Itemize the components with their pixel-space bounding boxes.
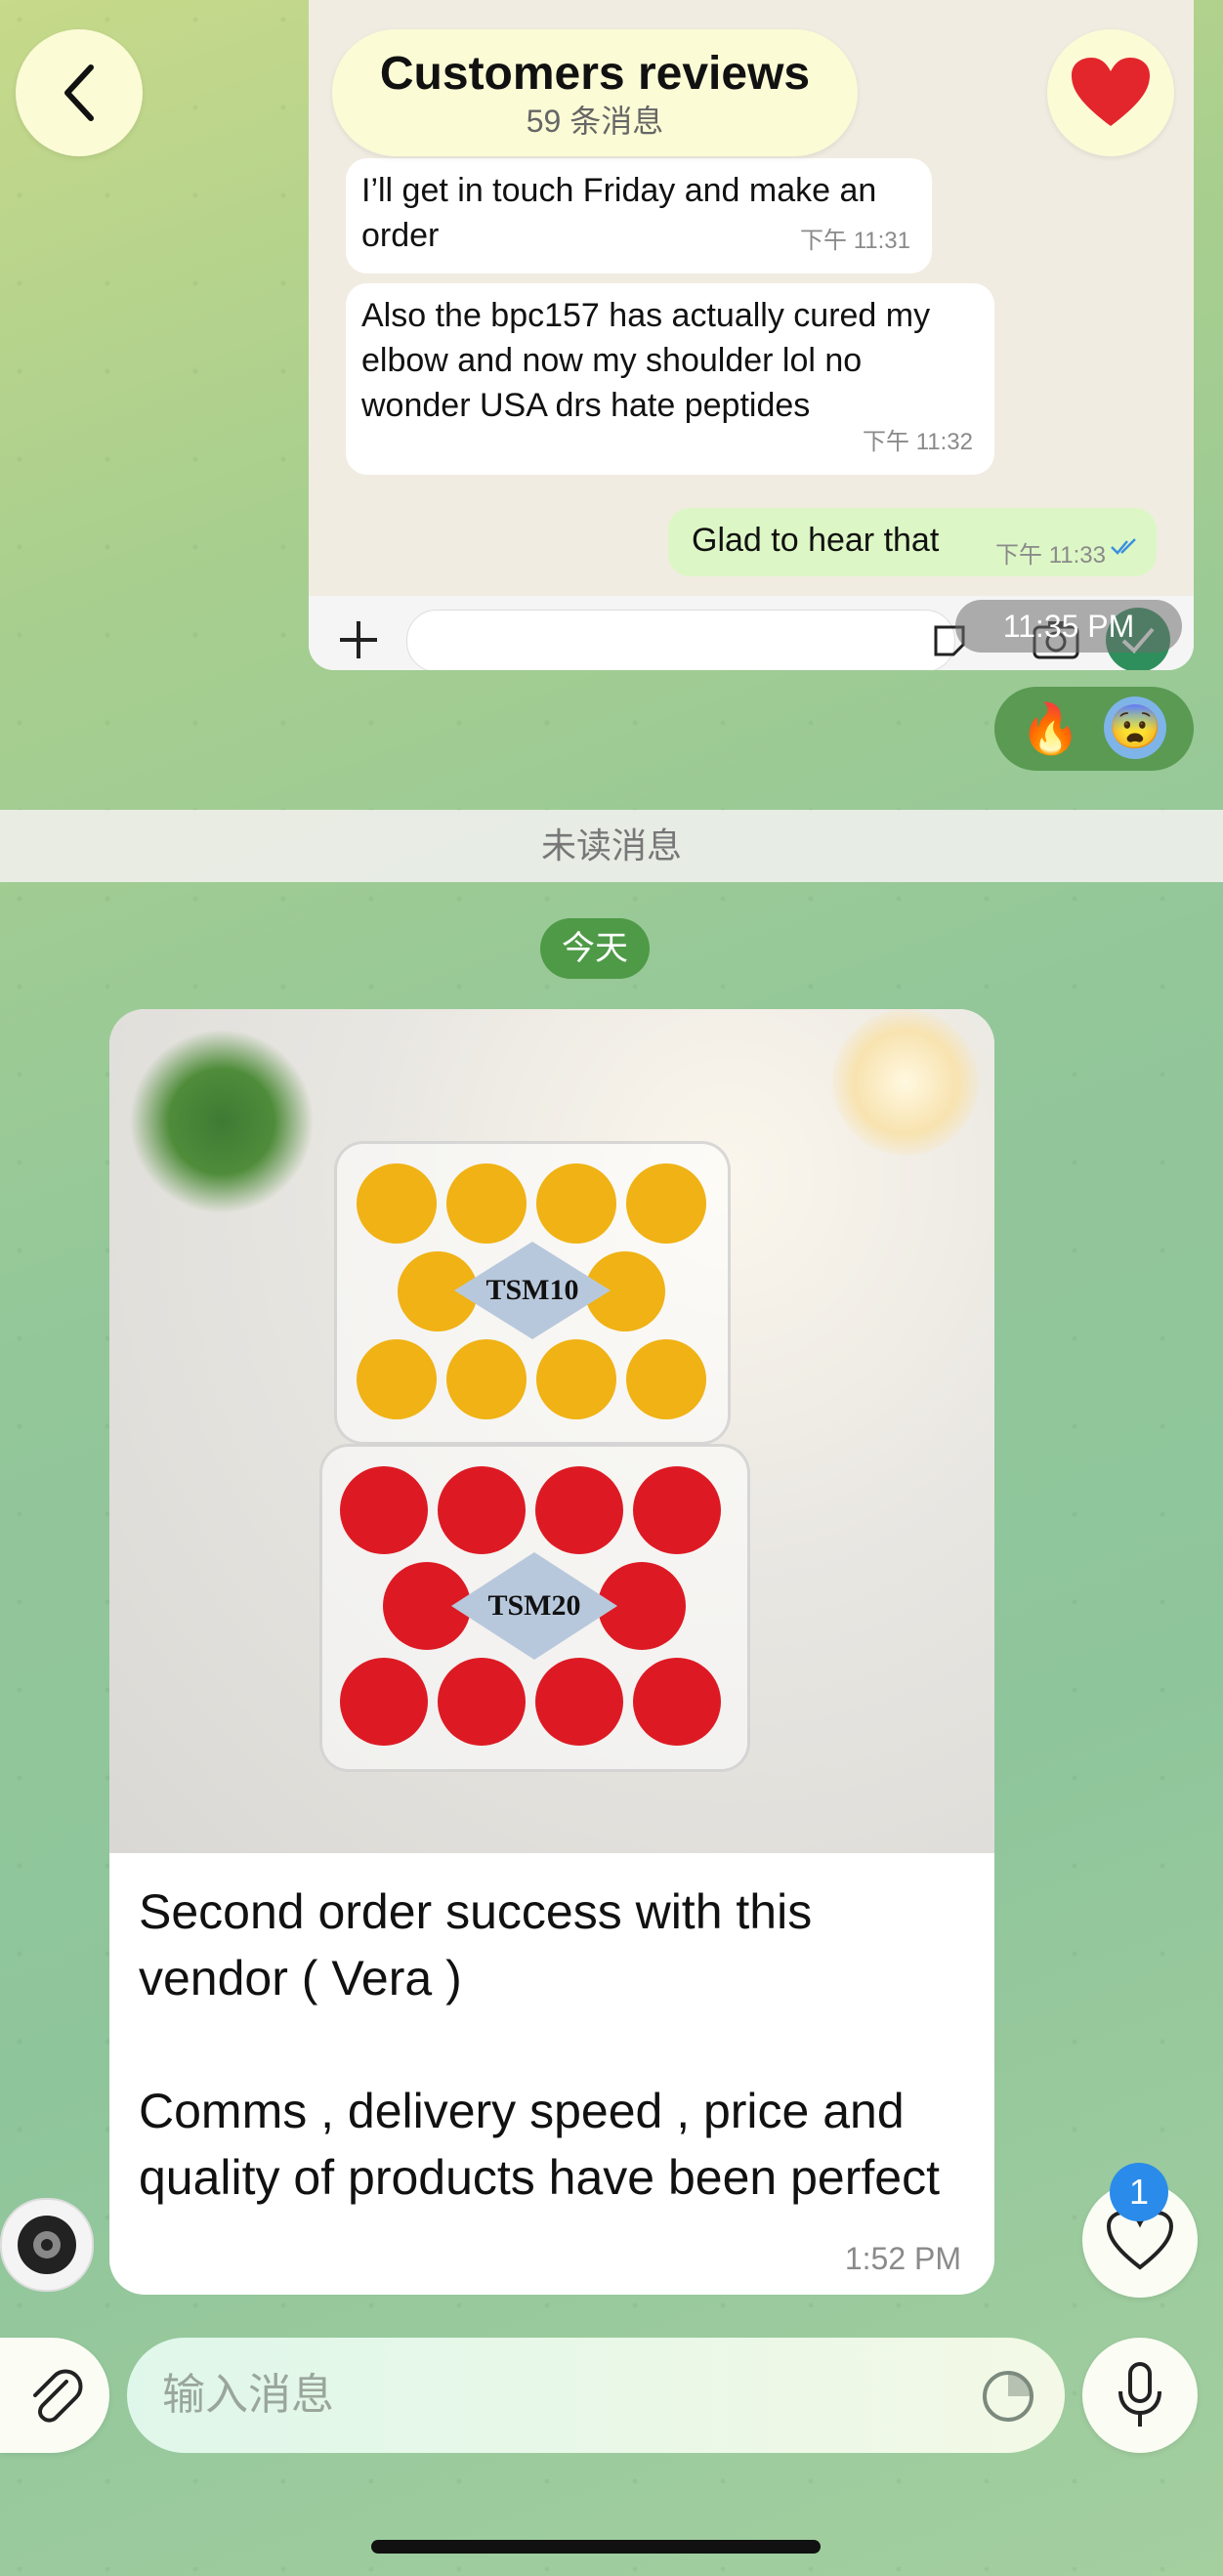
inner-message-text: Also the bpc157 has actually cured my el…	[361, 297, 931, 424]
unread-divider: 未读消息	[0, 810, 1223, 882]
turbo-logo-icon	[18, 2216, 76, 2274]
product-photo[interactable]: TSM10 TSM20	[109, 1009, 994, 1853]
unread-badge: 1	[1110, 2163, 1168, 2221]
reactions-row[interactable]: 🔥 😨	[994, 687, 1194, 771]
chat-title[interactable]: Customers reviews 59 条消息	[332, 29, 858, 156]
lamp-glow	[832, 1009, 979, 1156]
date-separator: 今天	[540, 918, 650, 979]
inner-text-field	[406, 610, 955, 670]
read-checkmark-icon	[1111, 538, 1136, 555]
inner-message-3: Glad to hear that 下午 11:33	[668, 508, 1157, 576]
paperclip-icon	[33, 2369, 83, 2423]
tray-label: TSM10	[485, 1274, 579, 1306]
heart-icon	[1072, 58, 1150, 126]
reaction-fearful[interactable]: 😨	[1104, 697, 1166, 759]
message-input[interactable]: 输入消息	[127, 2338, 1065, 2453]
mic-icon	[1118, 2362, 1161, 2427]
back-chevron-icon	[64, 64, 94, 121]
back-button[interactable]	[16, 29, 143, 156]
sender-avatar[interactable]	[0, 2198, 94, 2292]
inner-message-time: 下午 11:33	[995, 542, 1106, 569]
voice-button[interactable]	[1082, 2338, 1198, 2453]
plant-decoration	[129, 1029, 315, 1214]
inner-message-2: Also the bpc157 has actually cured my el…	[346, 283, 994, 475]
message-time: 1:52 PM	[844, 2241, 961, 2276]
message-text: Second order success with this vendor ( …	[139, 1879, 959, 2211]
yellow-vial-tray: TSM10	[334, 1141, 731, 1445]
message-bubble[interactable]: TSM10 TSM20 Second order success with th…	[109, 1009, 994, 2295]
emoji-timer-icon[interactable]	[981, 2369, 1035, 2424]
message-paragraph: Second order success with this vendor ( …	[139, 1884, 813, 2006]
message-placeholder: 输入消息	[162, 2371, 334, 2419]
red-vial-tray: TSM20	[319, 1444, 750, 1772]
plus-icon	[340, 621, 377, 658]
message-count: 59 条消息	[526, 104, 664, 139]
home-indicator	[371, 2540, 821, 2554]
message-paragraph: Comms , delivery speed , price and quali…	[139, 2084, 940, 2205]
overlay-time-badge: 11:35 PM	[955, 600, 1182, 653]
tray-label: TSM20	[487, 1589, 581, 1622]
chat-avatar[interactable]	[1047, 29, 1174, 156]
inner-message-time: 下午 11:31	[800, 228, 910, 254]
reaction-fire[interactable]: 🔥	[1020, 700, 1080, 758]
chat-name: Customers reviews	[379, 48, 811, 100]
inner-message-text: Glad to hear that	[692, 522, 940, 559]
inner-message-time: 下午 11:32	[863, 429, 973, 455]
inner-message-1: I’ll get in touch Friday and make an ord…	[346, 158, 932, 274]
